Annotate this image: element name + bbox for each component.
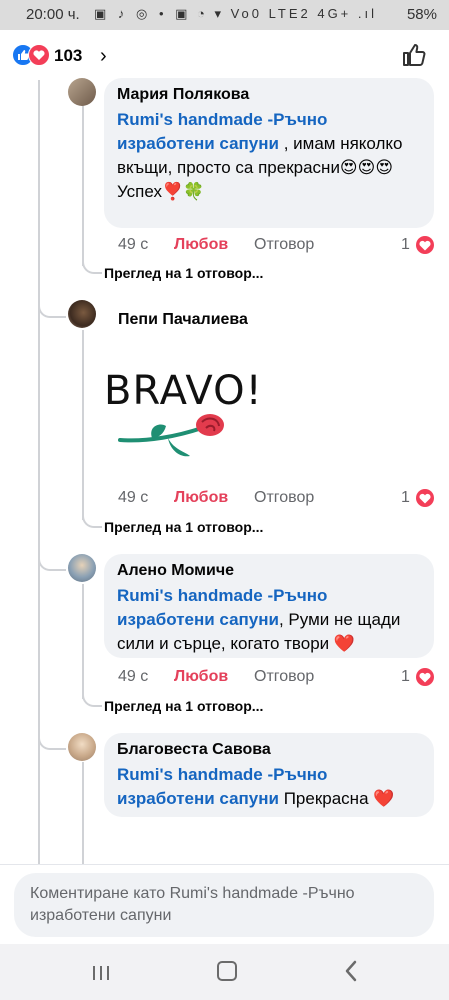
view-replies-link[interactable]: Преглед на 1 отговор...: [104, 519, 263, 535]
thread-line: [38, 80, 40, 864]
comment-connector: [38, 553, 66, 571]
reply-connector: [82, 512, 102, 528]
comments-header: 103 ›: [0, 30, 449, 80]
love-reaction-button[interactable]: Любов: [174, 236, 228, 254]
comment-bubble: Благовеста Савова Rumi's handmade -Ръчно…: [104, 733, 434, 817]
heart-icon[interactable]: [416, 489, 434, 507]
reply-connector: [82, 691, 102, 707]
comment-text: Rumi's handmade -Ръчно изработени сапуни…: [117, 108, 420, 204]
reaction-count: 103: [54, 46, 83, 65]
reply-thread-line: [82, 330, 84, 520]
comment-reaction-count[interactable]: 1: [401, 489, 410, 507]
reply-thread-line: [82, 762, 84, 864]
comment-body: Прекрасна ❤️: [278, 789, 395, 808]
signal-icons: ▣ ◔ ▾ Vo0 LTE2 4G+ .ıl: [175, 6, 377, 21]
reply-thread-line: [82, 80, 84, 266]
heart-icon[interactable]: [416, 668, 434, 686]
comment-author[interactable]: Пепи Пачалиева: [118, 311, 248, 329]
status-bar: 20:00 ч. ▣ ♪ ◎ • ▣ ◔ ▾ Vo0 LTE2 4G+ .ıl …: [0, 0, 449, 30]
comment-bubble: Алено Момиче Rumi's handmade -Ръчно изра…: [104, 554, 434, 658]
view-replies-link[interactable]: Преглед на 1 отговор...: [104, 698, 263, 714]
thumbs-up-outline-icon[interactable]: [401, 42, 427, 73]
comment-composer-bar: Коментиране като Rumi's handmade -Ръчно …: [0, 864, 449, 945]
comment-text: Rumi's handmade -Ръчно изработени сапуни…: [117, 763, 420, 811]
comment-author[interactable]: Мария Полякова: [117, 86, 420, 104]
comment-time[interactable]: 49 с: [118, 489, 148, 507]
clock: 20:00 ч.: [26, 6, 80, 23]
avatar[interactable]: [68, 300, 96, 328]
comment-author[interactable]: Благовеста Савова: [117, 741, 420, 759]
comment-connector: [38, 300, 66, 318]
reply-button[interactable]: Отговор: [254, 489, 314, 507]
battery-level: 58%: [406, 6, 437, 23]
rose-icon: [118, 414, 224, 457]
comment-bubble: Мария Полякова Rumi's handmade -Ръчно из…: [104, 78, 434, 228]
comment-reaction-count[interactable]: 1: [401, 236, 410, 254]
system-nav-bar: [0, 944, 449, 1000]
sticker-text: BRAVO!: [104, 368, 263, 414]
comment-author[interactable]: Алено Момиче: [117, 562, 420, 580]
avatar[interactable]: [68, 733, 96, 761]
avatar[interactable]: [68, 78, 96, 106]
reply-thread-line: [82, 584, 84, 699]
comment-body-line2: Успех❣️🍀: [117, 182, 205, 201]
reply-button[interactable]: Отговор: [254, 236, 314, 254]
heart-icon[interactable]: [416, 236, 434, 254]
home-icon[interactable]: [217, 961, 237, 981]
comment-reaction-count[interactable]: 1: [401, 668, 410, 686]
comment-input[interactable]: Коментиране като Rumi's handmade -Ръчно …: [14, 873, 434, 937]
bravo-sticker: BRAVO!: [104, 368, 262, 468]
comment-time[interactable]: 49 с: [118, 668, 148, 686]
comment-connector: [38, 732, 66, 750]
recent-apps-icon[interactable]: [92, 964, 110, 982]
love-reaction-icon: [28, 44, 50, 66]
view-replies-link[interactable]: Преглед на 1 отговор...: [104, 265, 263, 281]
comment-text: Rumi's handmade -Ръчно изработени сапуни…: [117, 584, 420, 656]
avatar[interactable]: [68, 554, 96, 582]
reply-button[interactable]: Отговор: [254, 668, 314, 686]
back-icon[interactable]: [344, 960, 358, 982]
reply-connector: [82, 258, 102, 274]
comment-time[interactable]: 49 с: [118, 236, 148, 254]
love-reaction-button[interactable]: Любов: [174, 489, 228, 507]
chevron-right-icon[interactable]: ›: [100, 45, 107, 68]
notification-icons: ▣ ♪ ◎ •: [94, 6, 168, 21]
love-reaction-button[interactable]: Любов: [174, 668, 228, 686]
